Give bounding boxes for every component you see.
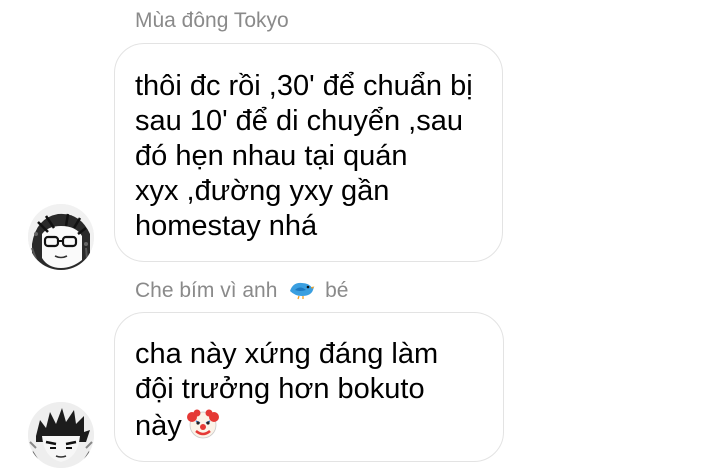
message-line: xyx ,đường yxy gần	[135, 175, 390, 207]
message-line: cha này xứng đáng làm	[135, 338, 439, 370]
message-line: sau 10' để di chuyển ,sau	[135, 105, 463, 137]
message-line: đó hẹn nhau tại quán	[135, 140, 408, 172]
avatar[interactable]	[28, 402, 94, 468]
clown-face-icon	[186, 407, 220, 441]
message-line: homestay nhá	[135, 210, 318, 242]
message-line: đội trưởng hơn bokuto	[135, 373, 425, 405]
blue-bird-icon	[287, 278, 315, 300]
sender-name[interactable]: Mùa đông Tokyo	[135, 9, 289, 33]
sender-name-text: Che bím vì anh	[135, 279, 278, 302]
manga-spiky-hair-avatar-icon	[28, 402, 94, 468]
avatar[interactable]	[28, 204, 94, 270]
sender-name-suffix: bé	[325, 279, 349, 302]
message-bubble[interactable]: cha này xứng đáng làm đội trưởng hơn bok…	[114, 312, 504, 462]
manga-glasses-avatar-icon	[28, 204, 94, 270]
message-line-text: này	[135, 410, 182, 442]
sender-name[interactable]: Che bím vì anh bé	[135, 278, 348, 303]
message-line: này	[135, 407, 483, 444]
message-bubble[interactable]: thôi đc rồi ,30' để chuẩn bị sau 10' để …	[114, 43, 503, 262]
message-line: thôi đc rồi ,30' để chuẩn bị	[135, 70, 473, 102]
sender-name-text: Mùa đông Tokyo	[135, 9, 289, 32]
